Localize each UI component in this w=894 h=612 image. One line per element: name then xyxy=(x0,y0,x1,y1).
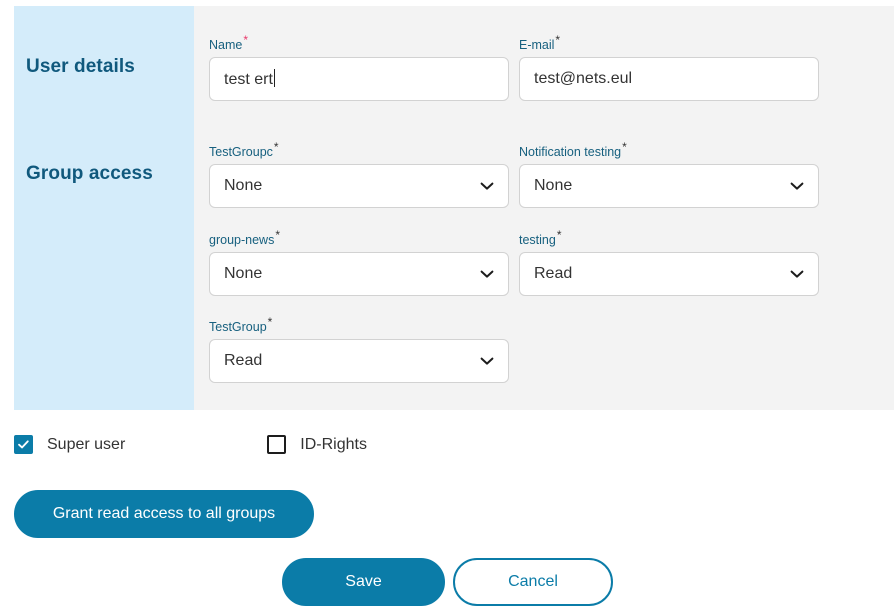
grant-read-access-button[interactable]: Grant read access to all groups xyxy=(14,490,314,538)
checkbox-label-id-rights: ID-Rights xyxy=(300,435,367,453)
field-label-testing: testing* xyxy=(519,229,819,248)
required-asterisk-testgroup: * xyxy=(267,314,273,329)
field-label-email: E-mail* xyxy=(519,34,819,53)
select-group-news-value: None xyxy=(224,265,263,282)
field-label-testgroupc-text: TestGroupc xyxy=(209,145,273,159)
checkbox-item-super-user[interactable]: Super user xyxy=(14,435,125,454)
field-label-group-news: group-news* xyxy=(209,229,509,248)
select-testgroup-value: Read xyxy=(224,352,263,369)
select-testing[interactable]: Read xyxy=(519,252,819,296)
form-fields-area: Name* test ert E-mail* test@nets.eul Tes… xyxy=(194,6,894,410)
field-label-name-text: Name xyxy=(209,38,243,52)
field-label-group-news-text: group-news xyxy=(209,233,275,247)
form-section-rail: User details Group access xyxy=(14,6,194,410)
field-group-testgroup: TestGroup* Read xyxy=(209,316,509,383)
check-icon xyxy=(18,440,29,449)
required-asterisk-notification-testing: * xyxy=(622,139,627,154)
permission-checkbox-row: Super user ID-Rights xyxy=(14,435,367,454)
checkbox-label-super-user: Super user xyxy=(47,435,126,453)
select-testing-value: Read xyxy=(534,265,573,282)
chevron-down-icon xyxy=(480,270,494,279)
field-name: Name* test ert xyxy=(209,34,509,101)
required-asterisk-name: * xyxy=(243,32,249,47)
field-label-testgroupc: TestGroupc* xyxy=(209,141,509,160)
select-testgroupc-value: None xyxy=(224,177,263,194)
email-input[interactable]: test@nets.eul xyxy=(519,57,819,101)
chevron-down-icon xyxy=(480,182,494,191)
select-notification-testing[interactable]: None xyxy=(519,164,819,208)
select-testgroup[interactable]: Read xyxy=(209,339,509,383)
field-email: E-mail* test@nets.eul xyxy=(519,34,819,101)
field-label-notification-testing: Notification testing* xyxy=(519,141,819,160)
name-input-value: test ert xyxy=(224,69,494,89)
required-asterisk-group-news: * xyxy=(275,227,280,242)
text-caret xyxy=(273,69,275,87)
field-label-testing-text: testing xyxy=(519,233,556,247)
select-group-news[interactable]: None xyxy=(209,252,509,296)
checkbox-super-user[interactable] xyxy=(14,435,33,454)
field-group-group-news: group-news* None xyxy=(209,229,509,296)
chevron-down-icon xyxy=(790,270,804,279)
user-form-panel: User details Group access Name* test ert… xyxy=(14,6,894,410)
chevron-down-icon xyxy=(480,357,494,366)
field-label-testgroup-text: TestGroup xyxy=(209,320,267,334)
name-input[interactable]: test ert xyxy=(209,57,509,101)
section-title-user-details: User details xyxy=(26,56,135,77)
field-group-testgroupc: TestGroupc* None xyxy=(209,141,509,208)
field-label-testgroup: TestGroup* xyxy=(209,316,509,335)
checkbox-id-rights[interactable] xyxy=(267,435,287,454)
cancel-button[interactable]: Cancel xyxy=(453,558,613,606)
field-group-notification-testing: Notification testing* None xyxy=(519,141,819,208)
checkbox-item-id-rights[interactable]: ID-Rights xyxy=(267,435,367,454)
chevron-down-icon xyxy=(790,182,804,191)
field-label-email-text: E-mail xyxy=(519,38,555,52)
section-title-group-access: Group access xyxy=(26,163,153,184)
required-asterisk-testing: * xyxy=(556,227,562,242)
select-testgroupc[interactable]: None xyxy=(209,164,509,208)
select-notification-testing-value: None xyxy=(534,177,573,194)
name-input-text: test ert xyxy=(224,71,273,88)
field-label-name: Name* xyxy=(209,34,509,53)
field-label-notification-testing-text: Notification testing xyxy=(519,145,622,159)
required-asterisk-testgroupc: * xyxy=(273,139,279,154)
save-button[interactable]: Save xyxy=(282,558,445,606)
required-asterisk-email: * xyxy=(555,32,561,47)
email-input-value: test@nets.eul xyxy=(534,70,633,87)
user-edit-screen: User details Group access Name* test ert… xyxy=(0,0,894,612)
field-group-testing: testing* Read xyxy=(519,229,819,296)
